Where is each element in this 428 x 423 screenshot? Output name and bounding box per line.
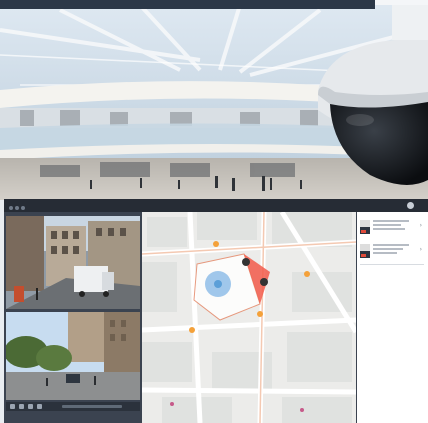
camera-icon bbox=[360, 244, 370, 258]
street-scene-image bbox=[6, 216, 140, 309]
vms-window: › › bbox=[4, 199, 428, 423]
chevron-right-icon: › bbox=[419, 222, 422, 229]
timeline-slider[interactable] bbox=[62, 405, 122, 408]
snapshot-icon[interactable] bbox=[37, 404, 42, 409]
event-text bbox=[373, 244, 413, 256]
camera-icon bbox=[360, 220, 370, 234]
top-bar bbox=[0, 0, 375, 9]
event-item[interactable]: › bbox=[360, 242, 424, 258]
map-view[interactable] bbox=[142, 212, 356, 423]
record-icon[interactable] bbox=[28, 404, 33, 409]
event-text bbox=[373, 220, 413, 232]
vms-header bbox=[4, 199, 428, 212]
chevron-right-icon: › bbox=[419, 246, 422, 253]
city-map bbox=[142, 212, 356, 423]
camera-toolbar bbox=[6, 402, 140, 411]
camera-view-2[interactable] bbox=[6, 312, 140, 400]
event-item[interactable]: › bbox=[360, 218, 424, 234]
plaza-scene-image bbox=[6, 312, 140, 400]
pause-icon[interactable] bbox=[19, 404, 24, 409]
camera-view-1[interactable] bbox=[6, 216, 140, 309]
divider bbox=[360, 264, 424, 265]
play-icon[interactable] bbox=[10, 404, 15, 409]
events-panel: › › bbox=[357, 212, 428, 423]
window-controls[interactable] bbox=[9, 203, 27, 216]
top-bar-right bbox=[375, 0, 428, 5]
avatar[interactable] bbox=[407, 202, 414, 209]
